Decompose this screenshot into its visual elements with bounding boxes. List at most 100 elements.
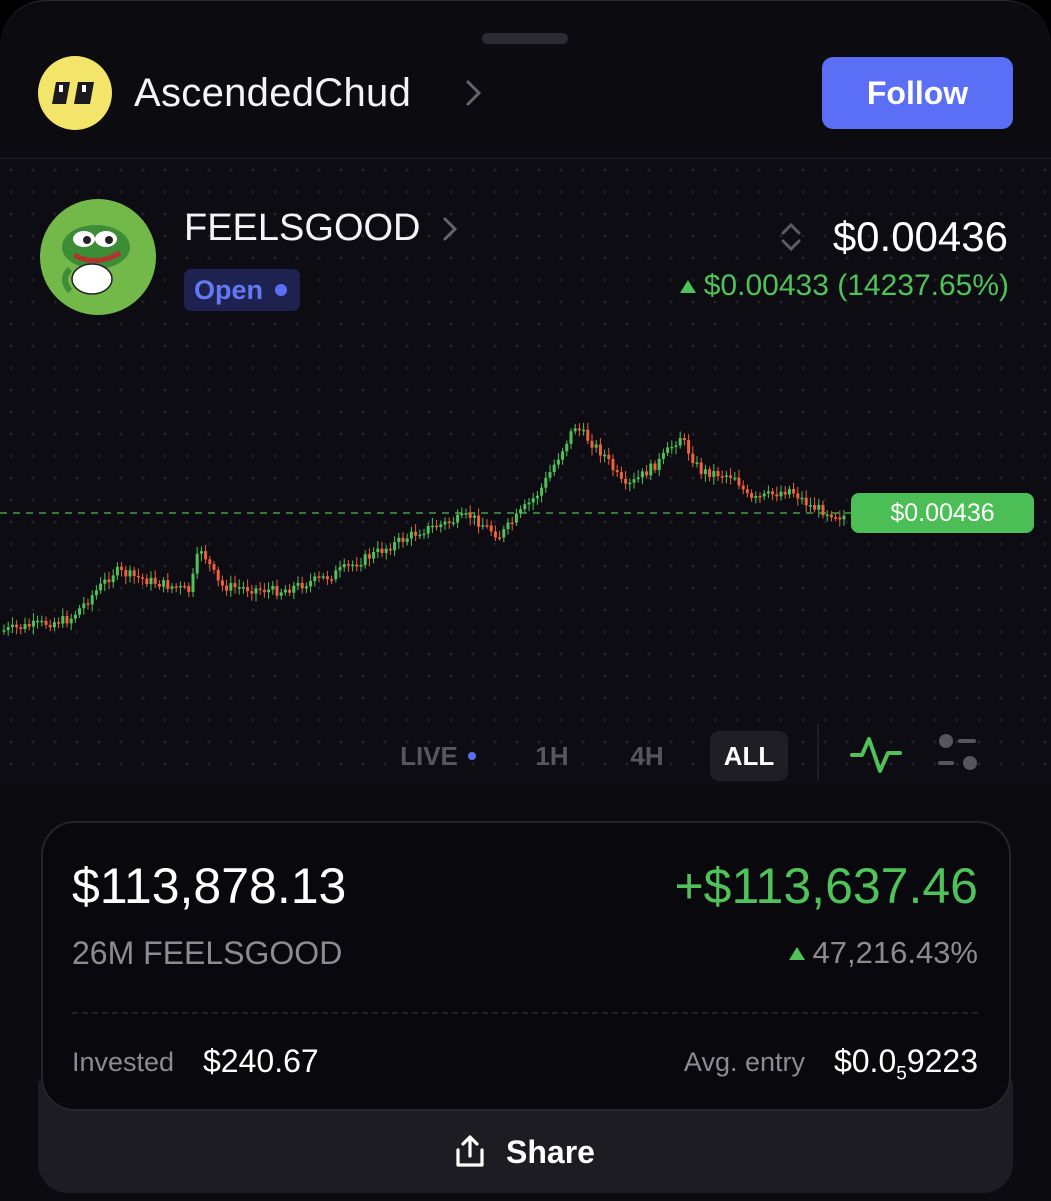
candle: [527, 497, 531, 512]
candle: [678, 431, 682, 449]
candle: [670, 440, 674, 454]
candle: [78, 604, 82, 619]
candle: [552, 459, 556, 477]
candle: [107, 571, 111, 590]
chevron-right-icon[interactable]: [440, 215, 460, 243]
tab-live-label: LIVE: [400, 740, 458, 771]
candle: [519, 505, 523, 519]
candle: [720, 470, 724, 484]
candle: [674, 440, 678, 455]
username[interactable]: AscendedChud: [134, 71, 411, 116]
candle: [275, 579, 279, 600]
candle: [57, 617, 61, 629]
candle: [99, 577, 103, 595]
chevron-right-icon[interactable]: [462, 78, 486, 108]
candle: [472, 512, 476, 526]
candle: [120, 561, 124, 577]
candle: [338, 560, 342, 578]
avg-entry-digits: 9223: [906, 1043, 978, 1079]
candle: [565, 440, 569, 457]
candle: [44, 616, 48, 629]
candle: [187, 582, 191, 597]
candle: [649, 459, 653, 480]
candle: [145, 574, 149, 588]
candle: [191, 568, 195, 598]
share-button[interactable]: Share: [452, 1129, 595, 1175]
candle: [569, 428, 573, 450]
toggles-icon[interactable]: [934, 731, 980, 775]
candle: [758, 492, 762, 503]
token-avatar[interactable]: [40, 199, 156, 315]
price-change-value: $0.00433 (14237.65%): [703, 269, 1009, 302]
candle: [380, 542, 384, 558]
profile-header: AscendedChud Follow: [0, 56, 1051, 158]
candle: [796, 486, 800, 506]
pulse-line-icon[interactable]: [850, 731, 902, 777]
candle: [94, 585, 98, 600]
candle: [766, 485, 770, 499]
candle: [716, 467, 720, 481]
status-dot: [275, 284, 288, 296]
position-pnl: +$113,637.46: [674, 858, 978, 914]
eyes-icon: [52, 82, 94, 104]
candle: [804, 490, 808, 512]
candle: [325, 571, 329, 585]
candle: [745, 484, 749, 498]
status-label: Open: [194, 274, 264, 305]
candle: [15, 620, 19, 635]
candle: [607, 447, 611, 465]
candle: [535, 490, 539, 505]
candle: [821, 500, 825, 519]
candle: [556, 453, 560, 469]
candle: [636, 470, 640, 483]
candle: [771, 488, 775, 501]
divider: [817, 723, 819, 781]
candle: [254, 585, 258, 602]
candle: [258, 582, 262, 595]
candle: [82, 596, 86, 615]
candle: [170, 583, 174, 594]
candle: [262, 582, 266, 598]
candle: [69, 613, 73, 631]
candle: [267, 582, 271, 599]
candle: [733, 471, 737, 482]
tab-4h-label: 4H: [630, 740, 664, 771]
candle: [141, 573, 145, 586]
tab-live[interactable]: LIVE: [388, 731, 488, 781]
candle: [405, 533, 409, 546]
candle: [296, 576, 300, 591]
candle: [577, 423, 581, 437]
candle: [157, 580, 161, 590]
candle: [666, 441, 670, 457]
follow-button[interactable]: Follow: [822, 57, 1013, 129]
candle: [401, 532, 405, 548]
holding-amount: 26M FEELSGOOD: [72, 935, 343, 971]
candle: [2, 624, 6, 635]
timeframe-selector: LIVE 1H 4H ALL: [0, 723, 1051, 783]
candle: [493, 525, 497, 542]
sort-arrows-icon[interactable]: [778, 221, 804, 253]
candle: [220, 575, 224, 592]
drag-handle[interactable]: [482, 33, 568, 44]
candle: [86, 598, 90, 610]
candle: [166, 573, 170, 593]
tab-4h[interactable]: 4H: [615, 731, 679, 781]
candle: [300, 576, 304, 594]
token-symbol[interactable]: FEELSGOOD: [184, 207, 421, 250]
candle: [754, 491, 758, 504]
tab-1h[interactable]: 1H: [520, 731, 584, 781]
candle: [573, 423, 577, 435]
tab-all[interactable]: ALL: [710, 731, 788, 781]
candle: [603, 449, 607, 463]
candle: [237, 579, 241, 595]
user-avatar[interactable]: [38, 56, 112, 130]
candle: [183, 582, 187, 590]
candle: [514, 508, 518, 527]
candle: [23, 617, 27, 633]
candle: [174, 583, 178, 593]
candle: [800, 491, 804, 505]
candle: [741, 480, 745, 495]
candle: [657, 453, 661, 477]
up-triangle-icon: [788, 946, 805, 960]
candle: [334, 565, 338, 583]
